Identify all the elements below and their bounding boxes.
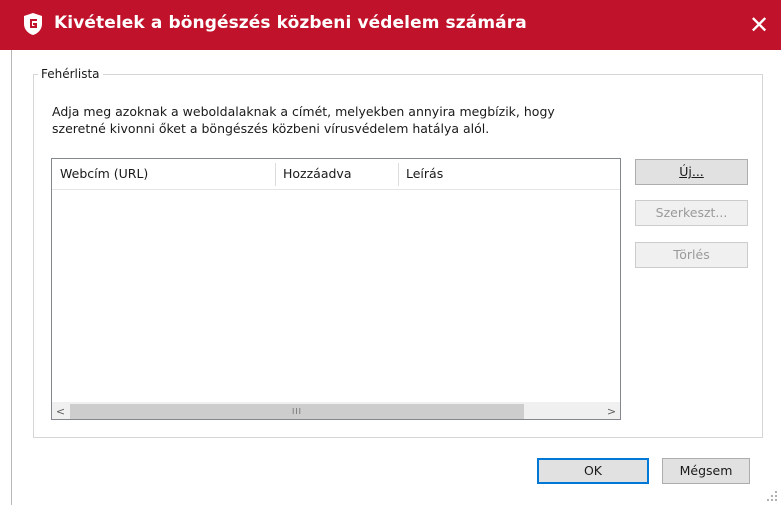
description-line-1: Adja meg azoknak a weboldalaknak a címét… — [52, 104, 555, 119]
scroll-grip-icon: III — [291, 407, 303, 416]
delete-button[interactable]: Törlés — [635, 242, 748, 268]
column-separator[interactable] — [275, 163, 276, 186]
ok-button[interactable]: OK — [537, 458, 649, 484]
cancel-button[interactable]: Mégsem — [662, 458, 750, 484]
horizontal-scrollbar[interactable]: < III > — [52, 402, 620, 419]
column-separator[interactable] — [398, 163, 399, 186]
new-button[interactable]: Új... — [635, 159, 748, 185]
window-title: Kivételek a böngészés közbeni védelem sz… — [54, 13, 527, 33]
column-header-url[interactable]: Webcím (URL) — [60, 159, 148, 189]
whitelist-listview[interactable]: Webcím (URL) Hozzáadva Leírás < III > — [51, 158, 621, 420]
column-header-description[interactable]: Leírás — [406, 159, 443, 189]
scroll-thumb[interactable]: III — [70, 404, 524, 419]
resize-grip-icon[interactable] — [766, 490, 778, 502]
g-data-shield-icon — [24, 13, 42, 35]
window-border — [11, 50, 12, 505]
description-line-2: szeretné kivonni őket a böngészés közben… — [52, 121, 490, 136]
scroll-right-button[interactable]: > — [603, 403, 620, 420]
edit-button[interactable]: Szerkeszt... — [635, 200, 748, 226]
title-bar: Kivételek a böngészés közbeni védelem sz… — [0, 0, 781, 50]
close-button[interactable]: ✕ — [737, 0, 781, 50]
whitelist-description: Adja meg azoknak a weboldalaknak a címét… — [52, 103, 612, 137]
listview-header: Webcím (URL) Hozzáadva Leírás — [52, 159, 620, 190]
new-button-label: Új... — [679, 164, 704, 179]
scroll-left-button[interactable]: < — [52, 403, 69, 420]
column-header-added[interactable]: Hozzáadva — [283, 159, 351, 189]
whitelist-group-label: Fehérlista — [38, 67, 103, 81]
